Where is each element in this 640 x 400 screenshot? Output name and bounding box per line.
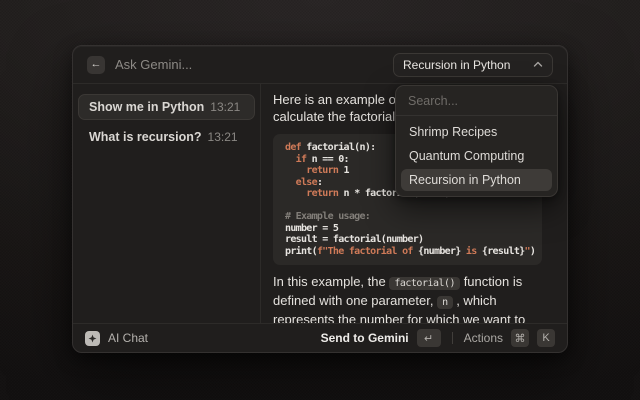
chat-history-item-label: Show me in Python <box>89 100 204 114</box>
actions-button[interactable]: Actions <box>464 331 503 345</box>
chat-history-sidebar: Show me in Python13:21What is recursion?… <box>73 84 261 323</box>
code-token: : <box>317 177 322 188</box>
chat-selector-dropdown: Search... Shrimp RecipesQuantum Computin… <box>395 85 558 197</box>
code-line: number = 5 <box>285 223 530 235</box>
desktop-background: ← Ask Gemini... Recursion in Python Show… <box>0 0 640 400</box>
outro-text-segment: In this example, the <box>273 274 389 289</box>
chat-history-item-time: 13:21 <box>210 100 240 114</box>
ask-gemini-window: ← Ask Gemini... Recursion in Python Show… <box>72 45 568 353</box>
chat-history-item[interactable]: Show me in Python 13:21 <box>78 94 255 120</box>
code-token: number = 5 <box>285 223 338 234</box>
code-token: # Example usage: <box>285 211 370 222</box>
assistant-outro-text: In this example, the factorial() functio… <box>273 273 555 323</box>
code-token: {number} <box>418 246 461 257</box>
chat-history-item-time: 13:21 <box>208 130 238 144</box>
back-button[interactable]: ← <box>87 56 105 74</box>
code-line: # Example usage: <box>285 211 530 223</box>
code-token: f"The factorial of <box>317 246 418 257</box>
code-token: 1 <box>338 165 349 176</box>
dropdown-search-input[interactable]: Search... <box>396 86 557 116</box>
chat-history-item-label: What is recursion? <box>89 130 202 144</box>
code-token: {result} <box>482 246 525 257</box>
code-line <box>285 200 530 212</box>
code-token: ) <box>530 246 535 257</box>
chat-selector-button[interactable]: Recursion in Python <box>393 53 553 77</box>
code-token <box>285 154 296 165</box>
code-token <box>285 188 306 199</box>
inline-code-chip: n <box>437 296 453 309</box>
dropdown-option[interactable]: Recursion in Python <box>401 169 552 191</box>
return-key-icon[interactable]: ↵ <box>417 329 441 347</box>
code-line: result = factorial(number) <box>285 234 530 246</box>
cmd-key-icon: ⌘ <box>511 329 529 347</box>
back-arrow-icon: ← <box>91 59 102 70</box>
dropdown-option[interactable]: Shrimp Recipes <box>401 121 552 143</box>
code-token: return <box>306 165 338 176</box>
code-token: result = factorial(number) <box>285 234 423 245</box>
gemini-sparkle-icon <box>85 331 100 346</box>
code-token: n == 0: <box>306 154 349 165</box>
code-token <box>285 165 306 176</box>
code-token: if <box>296 154 307 165</box>
window-footer: AI Chat Send to Gemini ↵ Actions ⌘ K <box>73 323 567 352</box>
code-token: def <box>285 142 301 153</box>
code-token: is <box>461 246 482 257</box>
k-key-icon: K <box>537 329 555 347</box>
dropdown-option-list: Shrimp RecipesQuantum ComputingRecursion… <box>396 116 557 196</box>
code-token: print( <box>285 246 317 257</box>
code-line: print(f"The factorial of {number} is {re… <box>285 246 530 258</box>
window-header: ← Ask Gemini... Recursion in Python <box>73 46 567 84</box>
ask-gemini-input[interactable]: Ask Gemini... <box>115 57 383 72</box>
inline-code-chip: factorial() <box>389 277 460 290</box>
chevron-up-icon <box>533 61 543 68</box>
app-name-label: AI Chat <box>108 331 313 345</box>
chat-history-item[interactable]: What is recursion? 13:21 <box>78 124 255 150</box>
footer-divider <box>452 332 453 344</box>
chat-selector-label: Recursion in Python <box>403 58 510 72</box>
code-token <box>285 177 296 188</box>
send-to-gemini-button[interactable]: Send to Gemini <box>321 331 409 345</box>
code-token: else <box>296 177 317 188</box>
code-token: factorial(n): <box>301 142 376 153</box>
dropdown-option[interactable]: Quantum Computing <box>401 145 552 167</box>
code-token: return <box>306 188 338 199</box>
